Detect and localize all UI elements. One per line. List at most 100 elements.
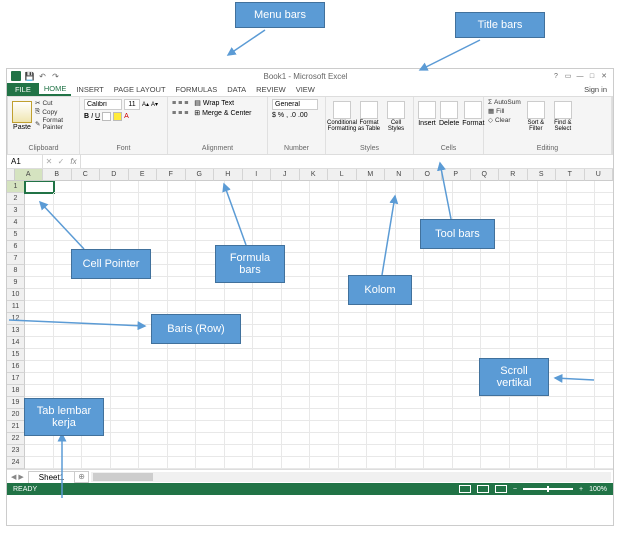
cell[interactable] [282, 265, 311, 277]
cell[interactable] [54, 373, 83, 385]
cell[interactable] [538, 205, 567, 217]
cell[interactable] [310, 265, 339, 277]
cell[interactable] [282, 193, 311, 205]
paste-button[interactable]: Paste [12, 99, 32, 131]
cell[interactable] [424, 385, 453, 397]
cell[interactable] [396, 181, 425, 193]
cell[interactable] [595, 373, 613, 385]
cancel-fx-icon[interactable]: ✕ [43, 155, 55, 168]
column-header[interactable]: U [585, 169, 614, 181]
cell[interactable] [25, 253, 54, 265]
cell[interactable] [253, 193, 282, 205]
cell[interactable] [282, 349, 311, 361]
cell[interactable] [54, 289, 83, 301]
cell[interactable] [567, 421, 596, 433]
cell[interactable] [424, 397, 453, 409]
cell[interactable] [510, 313, 539, 325]
cell[interactable] [139, 457, 168, 469]
cell[interactable] [595, 421, 613, 433]
conditional-formatting-button[interactable]: Conditional Formatting [330, 99, 354, 132]
cell[interactable] [310, 241, 339, 253]
cell[interactable] [339, 205, 368, 217]
cell[interactable] [25, 181, 54, 193]
cell[interactable] [54, 385, 83, 397]
cell[interactable] [82, 301, 111, 313]
redo-icon[interactable]: ↷ [51, 72, 60, 81]
cell[interactable] [54, 445, 83, 457]
cell[interactable] [282, 253, 311, 265]
cell[interactable] [196, 181, 225, 193]
cell[interactable] [225, 433, 254, 445]
cell[interactable] [139, 433, 168, 445]
cell[interactable] [595, 241, 613, 253]
format-as-table-button[interactable]: Format as Table [357, 99, 381, 132]
cell[interactable] [424, 361, 453, 373]
cell[interactable] [595, 313, 613, 325]
cell[interactable] [168, 301, 197, 313]
hscroll-thumb[interactable] [93, 473, 153, 481]
cell[interactable] [225, 373, 254, 385]
column-header[interactable]: J [271, 169, 300, 181]
cell[interactable] [567, 409, 596, 421]
cell[interactable] [481, 397, 510, 409]
cell[interactable] [424, 289, 453, 301]
cell[interactable] [168, 205, 197, 217]
cell[interactable] [253, 385, 282, 397]
cell[interactable] [111, 421, 140, 433]
view-break-icon[interactable] [495, 485, 507, 493]
grid-body[interactable] [25, 181, 613, 469]
cell[interactable] [25, 193, 54, 205]
cell[interactable] [196, 349, 225, 361]
cell[interactable] [25, 205, 54, 217]
name-box[interactable]: A1 [7, 155, 43, 168]
column-header[interactable]: L [328, 169, 357, 181]
cell[interactable] [567, 433, 596, 445]
cell[interactable] [139, 397, 168, 409]
cell[interactable] [54, 349, 83, 361]
cell[interactable] [339, 409, 368, 421]
cell[interactable] [510, 193, 539, 205]
cell[interactable] [168, 265, 197, 277]
cell[interactable] [168, 421, 197, 433]
cell[interactable] [82, 229, 111, 241]
cell[interactable] [25, 313, 54, 325]
cell[interactable] [396, 337, 425, 349]
cell[interactable] [367, 337, 396, 349]
cell[interactable] [510, 325, 539, 337]
cell[interactable] [453, 433, 482, 445]
cell[interactable] [481, 457, 510, 469]
cell[interactable] [225, 361, 254, 373]
percent-icon[interactable]: % [278, 112, 284, 119]
format-painter-button[interactable]: ✎ Format Painter [35, 117, 75, 131]
tab-insert[interactable]: INSERT [71, 83, 108, 96]
cell[interactable] [253, 337, 282, 349]
cell[interactable] [310, 205, 339, 217]
cell[interactable] [510, 421, 539, 433]
row-header[interactable]: 4 [7, 217, 25, 229]
cell[interactable] [367, 445, 396, 457]
cell[interactable] [367, 373, 396, 385]
dec-decimal-icon[interactable]: .00 [298, 112, 308, 119]
cell[interactable] [424, 301, 453, 313]
align-center-icon[interactable]: ≡ [178, 110, 182, 117]
cell[interactable] [453, 337, 482, 349]
cell[interactable] [481, 265, 510, 277]
cell[interactable] [481, 313, 510, 325]
cell[interactable] [567, 337, 596, 349]
row-header[interactable]: 10 [7, 289, 25, 301]
cell[interactable] [538, 193, 567, 205]
row-header[interactable]: 12 [7, 313, 25, 325]
cell[interactable] [196, 445, 225, 457]
row-header[interactable]: 13 [7, 325, 25, 337]
cell[interactable] [367, 193, 396, 205]
sign-in-link[interactable]: Sign in [578, 83, 613, 96]
cell[interactable] [396, 361, 425, 373]
cell[interactable] [111, 457, 140, 469]
cell[interactable] [225, 445, 254, 457]
cell[interactable] [510, 337, 539, 349]
cell[interactable] [538, 277, 567, 289]
cell[interactable] [595, 409, 613, 421]
cell[interactable] [567, 301, 596, 313]
cell[interactable] [111, 385, 140, 397]
cell[interactable] [567, 313, 596, 325]
